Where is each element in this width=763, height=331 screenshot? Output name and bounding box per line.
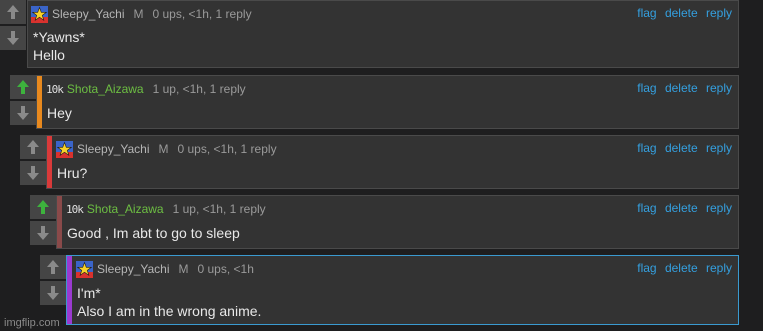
username[interactable]: Sleepy_Yachi [77,142,150,156]
delete-link[interactable]: delete [665,6,698,20]
reply-link[interactable]: reply [706,261,732,275]
reply-link[interactable]: reply [706,201,732,215]
comment-actions: flag delete reply [632,201,732,215]
arrow-down-icon [27,166,39,180]
upvote-button[interactable] [40,255,66,279]
username[interactable]: Shota_Aizawa [67,82,144,96]
comment-meta: 1 up, <1h, 1 reply [172,202,266,216]
reply-link[interactable]: reply [706,6,732,20]
thread-bar [57,196,62,248]
rank-badge: 10k [66,202,84,216]
flag-link[interactable]: flag [637,201,656,215]
downvote-button[interactable] [0,26,26,50]
flag-link[interactable]: flag [637,81,656,95]
comment-actions: flag delete reply [632,81,732,95]
comment-text: I'm* Also I am in the wrong anime. [77,285,262,319]
rank-badge: 10k [46,82,64,96]
comment-box: 10k Shota_Aizawa 1 up, <1h, 1 reply flag… [56,195,739,249]
username[interactable]: Shota_Aizawa [87,202,164,216]
downvote-button[interactable] [10,101,36,125]
downvote-button[interactable] [20,161,46,185]
delete-link[interactable]: delete [665,261,698,275]
upvote-button[interactable] [0,0,26,24]
arrow-up-icon [17,80,29,94]
arrow-up-icon [7,5,19,19]
mod-badge: M [133,7,144,21]
delete-link[interactable]: delete [665,141,698,155]
downvote-button[interactable] [30,221,56,245]
reply-link[interactable]: reply [706,141,732,155]
mod-badge: M [158,142,169,156]
arrow-up-icon [47,260,59,274]
arrow-up-icon [37,200,49,214]
username[interactable]: Sleepy_Yachi [52,7,125,21]
avatar[interactable] [76,260,93,278]
watermark: imgflip.com [4,317,60,329]
avatar[interactable] [31,5,48,23]
delete-link[interactable]: delete [665,81,698,95]
downvote-button[interactable] [40,281,66,305]
comment-meta: 1 up, <1h, 1 reply [152,82,246,96]
comment-meta: 0 ups, <1h, 1 reply [177,142,277,156]
username[interactable]: Sleepy_Yachi [97,262,170,276]
comment-box: Sleepy_Yachi M 0 ups, <1h, 1 reply flag … [27,0,739,68]
upvote-button[interactable] [10,75,36,99]
thread-bar [67,256,72,324]
arrow-up-icon [27,140,39,154]
comment-box: 10k Shota_Aizawa 1 up, <1h, 1 reply flag… [36,75,739,129]
arrow-down-icon [7,31,19,45]
thread-bar [47,136,52,188]
comment-box: Sleepy_Yachi M 0 ups, <1h, 1 reply flag … [46,135,739,189]
comment-text: Hey [47,105,72,121]
arrow-down-icon [47,286,59,300]
comment-text: Hru? [57,165,88,181]
mod-badge: M [178,262,189,276]
delete-link[interactable]: delete [665,201,698,215]
flag-link[interactable]: flag [637,261,656,275]
comment-actions: flag delete reply [632,141,732,155]
thread-bar [37,76,42,128]
arrow-down-icon [37,226,49,240]
avatar[interactable] [56,140,73,158]
flag-link[interactable]: flag [637,141,656,155]
comment-text: Good , Im abt to go to sleep [67,225,240,241]
upvote-button[interactable] [30,195,56,219]
flag-link[interactable]: flag [637,6,656,20]
comment-text: *Yawns* Hello [33,29,85,63]
upvote-button[interactable] [20,135,46,159]
reply-link[interactable]: reply [706,81,732,95]
comment-actions: flag delete reply [632,6,732,20]
comment-box: Sleepy_Yachi M 0 ups, <1h flag delete re… [66,255,739,325]
comment-meta: 0 ups, <1h [197,262,254,276]
comment-actions: flag delete reply [632,261,732,275]
comment-meta: 0 ups, <1h, 1 reply [152,7,252,21]
arrow-down-icon [17,106,29,120]
